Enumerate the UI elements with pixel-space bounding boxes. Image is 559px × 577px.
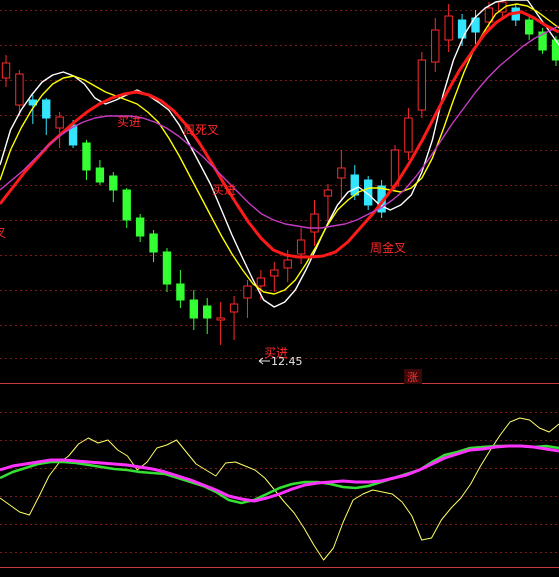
candle-body bbox=[444, 15, 453, 41]
candle-body bbox=[109, 175, 118, 191]
candle-body bbox=[417, 59, 427, 111]
candle-body bbox=[283, 259, 292, 269]
candle-body bbox=[229, 303, 239, 313]
candle-body bbox=[95, 167, 105, 183]
candle-body bbox=[270, 269, 279, 277]
chart-background bbox=[0, 0, 559, 577]
low-price-label: 12.45 bbox=[271, 355, 303, 368]
candle-body bbox=[42, 99, 51, 119]
rise-badge-label: 涨 bbox=[407, 371, 418, 384]
candle-body bbox=[337, 167, 346, 179]
candle-body bbox=[310, 213, 319, 233]
weekly-death-cross-label: 周死叉 bbox=[183, 123, 219, 137]
weekly-golden-cross-label: 周金叉 bbox=[370, 240, 406, 255]
candle-body bbox=[176, 283, 185, 301]
candle bbox=[417, 52, 427, 118]
buy-signal-label: 买进 bbox=[117, 115, 141, 129]
candle-body bbox=[15, 73, 24, 106]
candle-body bbox=[404, 117, 413, 153]
buy-signal-label: 买进 bbox=[212, 183, 236, 197]
candle-body bbox=[243, 285, 252, 299]
stock-chart: 买进 周死叉 买进 周金叉 买进 叉 12.45 涨 bbox=[0, 0, 559, 577]
candle-body bbox=[296, 239, 306, 255]
candle-body bbox=[135, 217, 145, 237]
candle bbox=[538, 28, 547, 54]
candle-body bbox=[189, 299, 198, 319]
candle-body bbox=[82, 142, 91, 171]
candle-body bbox=[162, 251, 172, 285]
rise-badge: 涨 bbox=[404, 369, 422, 384]
candle-body bbox=[1, 62, 11, 79]
candle-body bbox=[256, 277, 266, 287]
candle-body bbox=[149, 233, 158, 253]
candle-body bbox=[431, 29, 440, 63]
candle-body bbox=[323, 189, 333, 197]
cross-label-clipped: 叉 bbox=[0, 226, 6, 240]
candle-body bbox=[350, 174, 359, 196]
candle-body bbox=[524, 19, 534, 35]
candle-body bbox=[122, 189, 131, 221]
candle-body bbox=[216, 317, 225, 321]
candle-body bbox=[203, 305, 212, 319]
candle-body bbox=[55, 116, 64, 129]
